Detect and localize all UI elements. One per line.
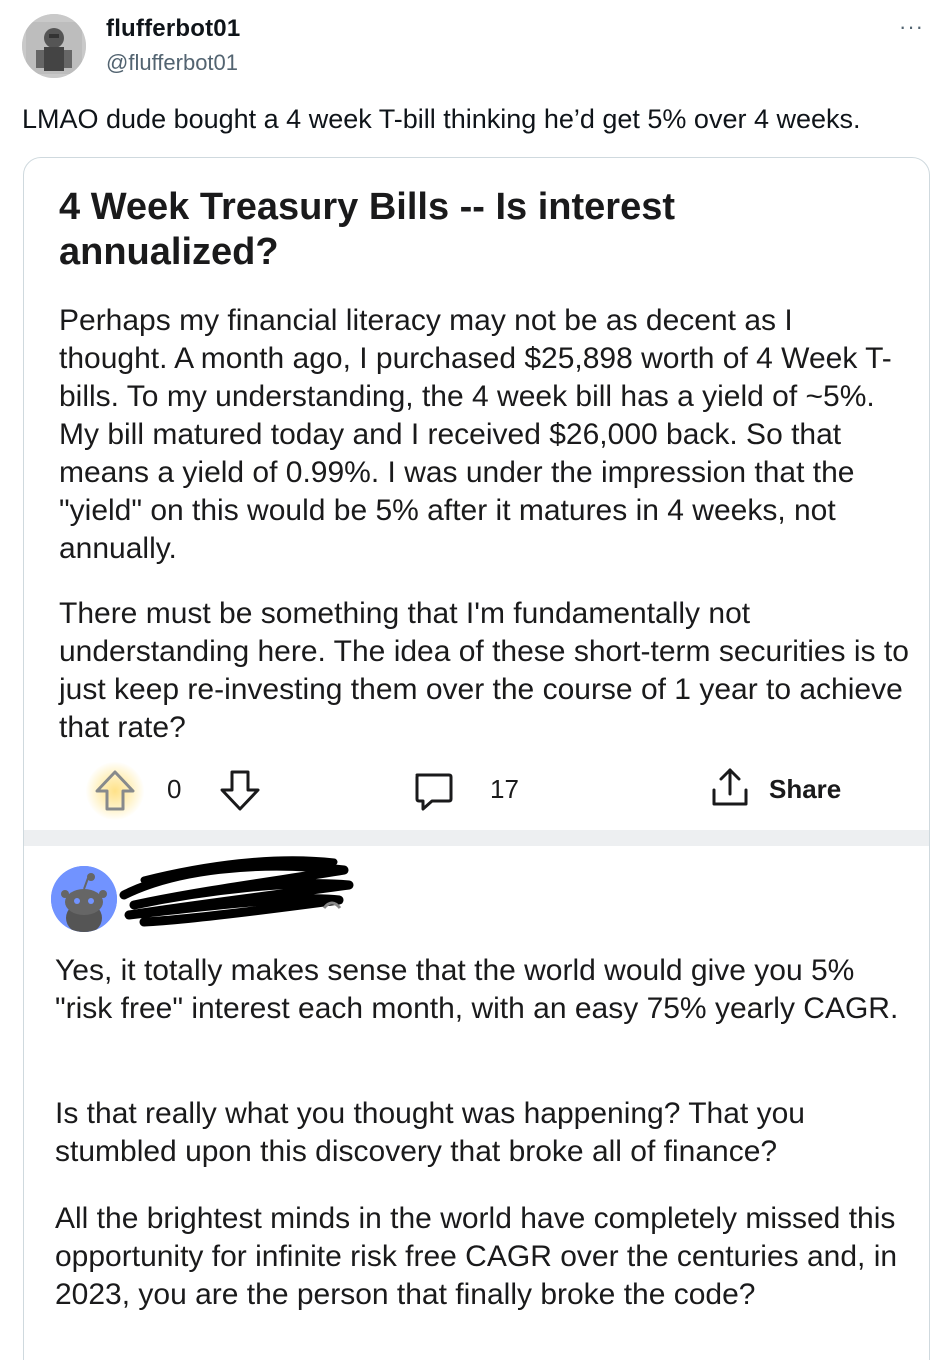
redaction-scribble <box>119 856 354 927</box>
share-button[interactable]: Share <box>709 766 879 812</box>
comment-count: 17 <box>490 774 519 804</box>
arrow-up-icon <box>95 770 135 811</box>
comment-paragraph: All the brightest minds in the world hav… <box>55 1202 898 1311</box>
attached-image[interactable]: 4 Week Treasury Bills -- Is interest ann… <box>23 157 930 1360</box>
user-handle[interactable]: @flufferbot01 <box>106 50 238 76</box>
tweet-text: LMAO dude bought a 4 week T-bill thinkin… <box>22 104 861 134</box>
more-options-icon[interactable]: ··· <box>899 14 924 40</box>
comments-button[interactable] <box>412 770 454 812</box>
downvote-button[interactable] <box>219 768 261 812</box>
avatar-photo-icon <box>22 14 86 78</box>
share-label: Share <box>769 774 842 804</box>
display-name[interactable]: flufferbot01 <box>106 15 240 43</box>
vote-count: 0 <box>167 774 182 804</box>
post-paragraph: Perhaps my financial literacy may not be… <box>59 304 892 565</box>
share-upload-icon <box>712 768 748 806</box>
snoo-icon <box>51 866 117 932</box>
user-avatar[interactable] <box>22 14 86 78</box>
comment-paragraph: Yes, it totally makes sense that the wor… <box>55 954 899 1025</box>
post-paragraph: There must be something that I'm fundame… <box>59 597 909 744</box>
section-divider <box>24 830 929 846</box>
tweet: flufferbot01 @flufferbot01 ··· LMAO dude… <box>0 0 946 1360</box>
speech-bubble-icon <box>415 773 453 811</box>
arrow-down-icon <box>220 770 260 811</box>
post-title: 4 Week Treasury Bills -- Is interest ann… <box>59 186 676 273</box>
post-action-bar: 0 17 Share <box>24 758 929 822</box>
upvote-button[interactable] <box>86 762 144 820</box>
reddit-snoo-avatar[interactable] <box>51 866 117 932</box>
comment-paragraph: Is that really what you thought was happ… <box>55 1097 805 1168</box>
